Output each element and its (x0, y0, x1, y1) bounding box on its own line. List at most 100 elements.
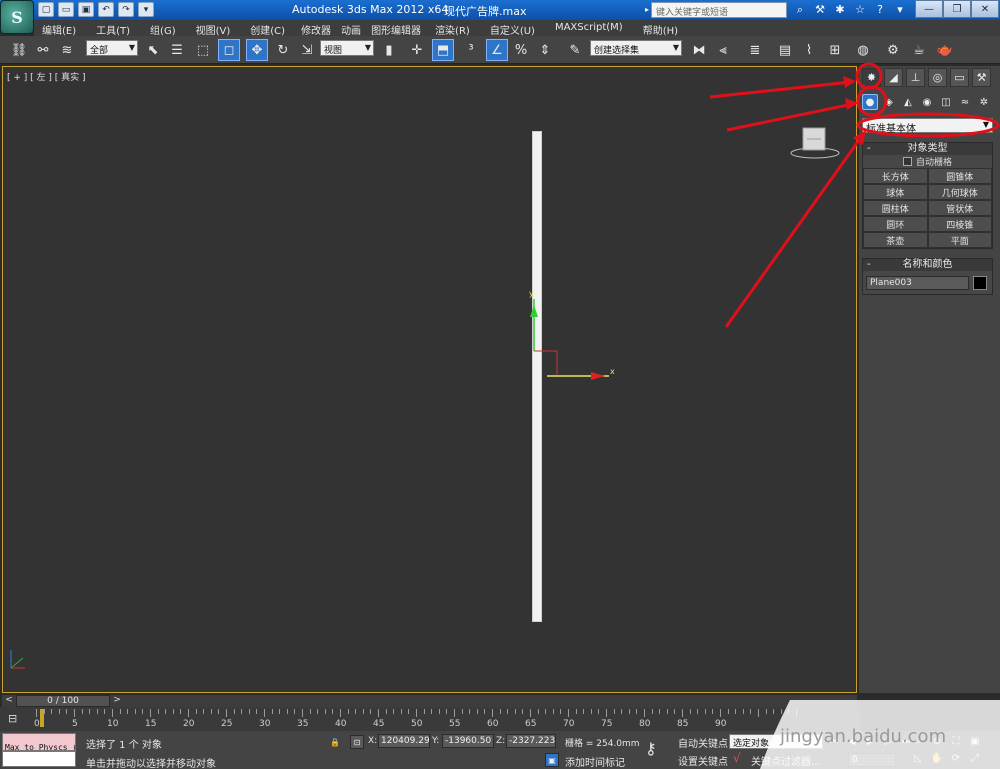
plane-button[interactable]: 平面 (927, 232, 992, 248)
save-icon[interactable]: ▣ (78, 2, 94, 17)
pivot-center-icon[interactable]: ▮ (378, 39, 400, 61)
set-key-button[interactable]: 设置关键点 (678, 753, 728, 768)
modify-tab-icon[interactable]: ◢ (884, 68, 903, 87)
z-coordinate-field[interactable]: -2327.223 (506, 734, 556, 748)
selection-lock-icon[interactable]: 🔒 (328, 735, 342, 749)
layer-manager-icon[interactable]: ≣ (744, 39, 766, 61)
space-warps-icon[interactable]: ≈ (957, 94, 973, 110)
menu-modifiers[interactable]: 修改器 (301, 20, 331, 37)
menu-maxscript[interactable]: MAXScript(M) (555, 20, 623, 36)
select-and-move-icon[interactable]: ✥ (246, 39, 268, 61)
help-dropdown-icon[interactable]: ▾ (892, 2, 908, 17)
binoculars-icon[interactable]: ⌕ (792, 2, 808, 17)
keyboard-shortcut-override-icon[interactable]: ⬒ (432, 39, 454, 61)
cameras-icon[interactable]: ◉ (919, 94, 935, 110)
schematic-view-icon[interactable]: ⊞ (824, 39, 846, 61)
next-frame-icon[interactable]: > (112, 695, 122, 707)
window-crossing-icon[interactable]: ◻ (218, 39, 240, 61)
mini-curve-editor-icon[interactable]: ⊟ (8, 712, 24, 726)
shapes-icon[interactable]: ◈ (881, 94, 897, 110)
quick-access-dropdown-icon[interactable]: ▾ (138, 2, 154, 17)
auto-key-button[interactable]: 自动关键点 (678, 735, 728, 750)
new-file-icon[interactable]: ▢ (38, 2, 54, 17)
geometry-icon[interactable]: ● (862, 94, 878, 110)
menu-animation[interactable]: 动画 (341, 20, 361, 37)
menu-graph-editors[interactable]: 图形编辑器 (371, 20, 421, 37)
rendered-frame-window-icon[interactable]: ☕ (908, 39, 930, 61)
display-tab-icon[interactable]: ▭ (950, 68, 969, 87)
render-setup-icon[interactable]: ⚙ (882, 39, 904, 61)
maxscript-listener-input[interactable] (2, 751, 76, 767)
sphere-button[interactable]: 球体 (863, 184, 928, 200)
graphite-ribbon-icon[interactable]: ▤ (774, 39, 796, 61)
hierarchy-tab-icon[interactable]: ⊥ (906, 68, 925, 87)
select-and-scale-icon[interactable]: ⇲ (296, 39, 318, 61)
selection-filter-dropdown[interactable]: 全部 ▼ (86, 40, 138, 56)
menu-group[interactable]: 组(G) (150, 20, 176, 37)
subscription-icon[interactable]: ⚒ (812, 2, 828, 17)
reference-coordinate-dropdown[interactable]: 视图 ▼ (320, 40, 374, 56)
object-name-field[interactable]: Plane003 (866, 276, 969, 290)
lights-icon[interactable]: ◭ (900, 94, 916, 110)
mirror-icon[interactable]: ⧓ (688, 39, 710, 61)
curve-editor-icon[interactable]: ⌇ (798, 39, 820, 61)
help-icon[interactable]: ? (872, 2, 888, 17)
redo-icon[interactable]: ↷ (118, 2, 134, 17)
viewport-label[interactable]: [ + ] [ 左 ] [ 真实 ] (7, 70, 86, 83)
teapot-button[interactable]: 茶壶 (863, 232, 928, 248)
current-time-marker[interactable] (40, 709, 44, 727)
maxscript-listener[interactable]: Max to Physcs ( (2, 733, 76, 751)
restore-button[interactable]: ❐ (943, 0, 971, 18)
set-keys-icon[interactable]: ⚷ (645, 739, 657, 758)
torus-button[interactable]: 圆环 (863, 216, 928, 232)
viewcube[interactable] (785, 99, 845, 159)
select-by-name-icon[interactable]: ☰ (166, 39, 188, 61)
link-icon[interactable]: ⛓ (8, 39, 30, 61)
tube-button[interactable]: 管状体 (927, 200, 992, 216)
move-gizmo[interactable]: y x (513, 287, 633, 387)
snaps-toggle-icon[interactable]: ³ (460, 39, 482, 61)
geosphere-button[interactable]: 几何球体 (927, 184, 992, 200)
motion-tab-icon[interactable]: ◎ (928, 68, 947, 87)
communication-icon[interactable]: ✱ (832, 2, 848, 17)
minimize-button[interactable]: — (915, 0, 943, 18)
search-input[interactable]: 键入关键字或短语 (651, 2, 787, 18)
select-object-icon[interactable]: ⬉ (142, 39, 164, 61)
spinner-snap-icon[interactable]: ⇕ (534, 39, 556, 61)
object-type-rollout-header[interactable]: - 对象类型 (863, 143, 992, 155)
add-time-tag-button[interactable]: 添加时间标记 (565, 754, 625, 769)
menu-views[interactable]: 视图(V) (196, 20, 231, 37)
absolute-mode-icon[interactable]: ⊡ (350, 735, 364, 749)
rectangle-region-icon[interactable]: ⬚ (192, 39, 214, 61)
bind-space-warp-icon[interactable]: ≋ (56, 39, 78, 61)
select-and-rotate-icon[interactable]: ↻ (272, 39, 294, 61)
cylinder-button[interactable]: 圆柱体 (863, 200, 928, 216)
favorites-icon[interactable]: ☆ (852, 2, 868, 17)
x-coordinate-field[interactable]: 120409.29 (378, 734, 430, 748)
helpers-icon[interactable]: ◫ (938, 94, 954, 110)
percent-snap-icon[interactable]: % (510, 39, 532, 61)
undo-icon[interactable]: ↶ (98, 2, 114, 17)
menu-tools[interactable]: 工具(T) (96, 20, 130, 37)
angle-snap-icon[interactable]: ∠ (486, 39, 508, 61)
left-viewport[interactable]: [ + ] [ 左 ] [ 真实 ] y x (2, 66, 857, 693)
systems-icon[interactable]: ✲ (976, 94, 992, 110)
material-editor-icon[interactable]: ◍ (852, 39, 874, 61)
align-icon[interactable]: ⫷ (712, 39, 734, 61)
menu-customize[interactable]: 自定义(U) (490, 20, 535, 37)
time-slider-thumb[interactable]: 0 / 100 (16, 695, 110, 707)
menu-create[interactable]: 创建(C) (250, 20, 285, 37)
select-manipulate-icon[interactable]: ✛ (406, 39, 428, 61)
unlink-icon[interactable]: ⚯ (32, 39, 54, 61)
render-production-icon[interactable]: 🫖 (934, 39, 956, 61)
open-file-icon[interactable]: ▭ (58, 2, 74, 17)
utilities-tab-icon[interactable]: ⚒ (972, 68, 991, 87)
previous-frame-icon[interactable]: < (4, 695, 14, 707)
pyramid-button[interactable]: 四棱锥 (927, 216, 992, 232)
close-button[interactable]: ✕ (971, 0, 999, 18)
y-coordinate-field[interactable]: -13960.50 (442, 734, 494, 748)
box-button[interactable]: 长方体 (863, 168, 928, 184)
cone-button[interactable]: 圆锥体 (927, 168, 992, 184)
frame-ruler[interactable]: 0 5 10 15 20 25 30 35 40 45 50 55 60 65 70 75 80 85 90 (34, 709, 797, 729)
menu-rendering[interactable]: 渲染(R) (435, 20, 470, 37)
